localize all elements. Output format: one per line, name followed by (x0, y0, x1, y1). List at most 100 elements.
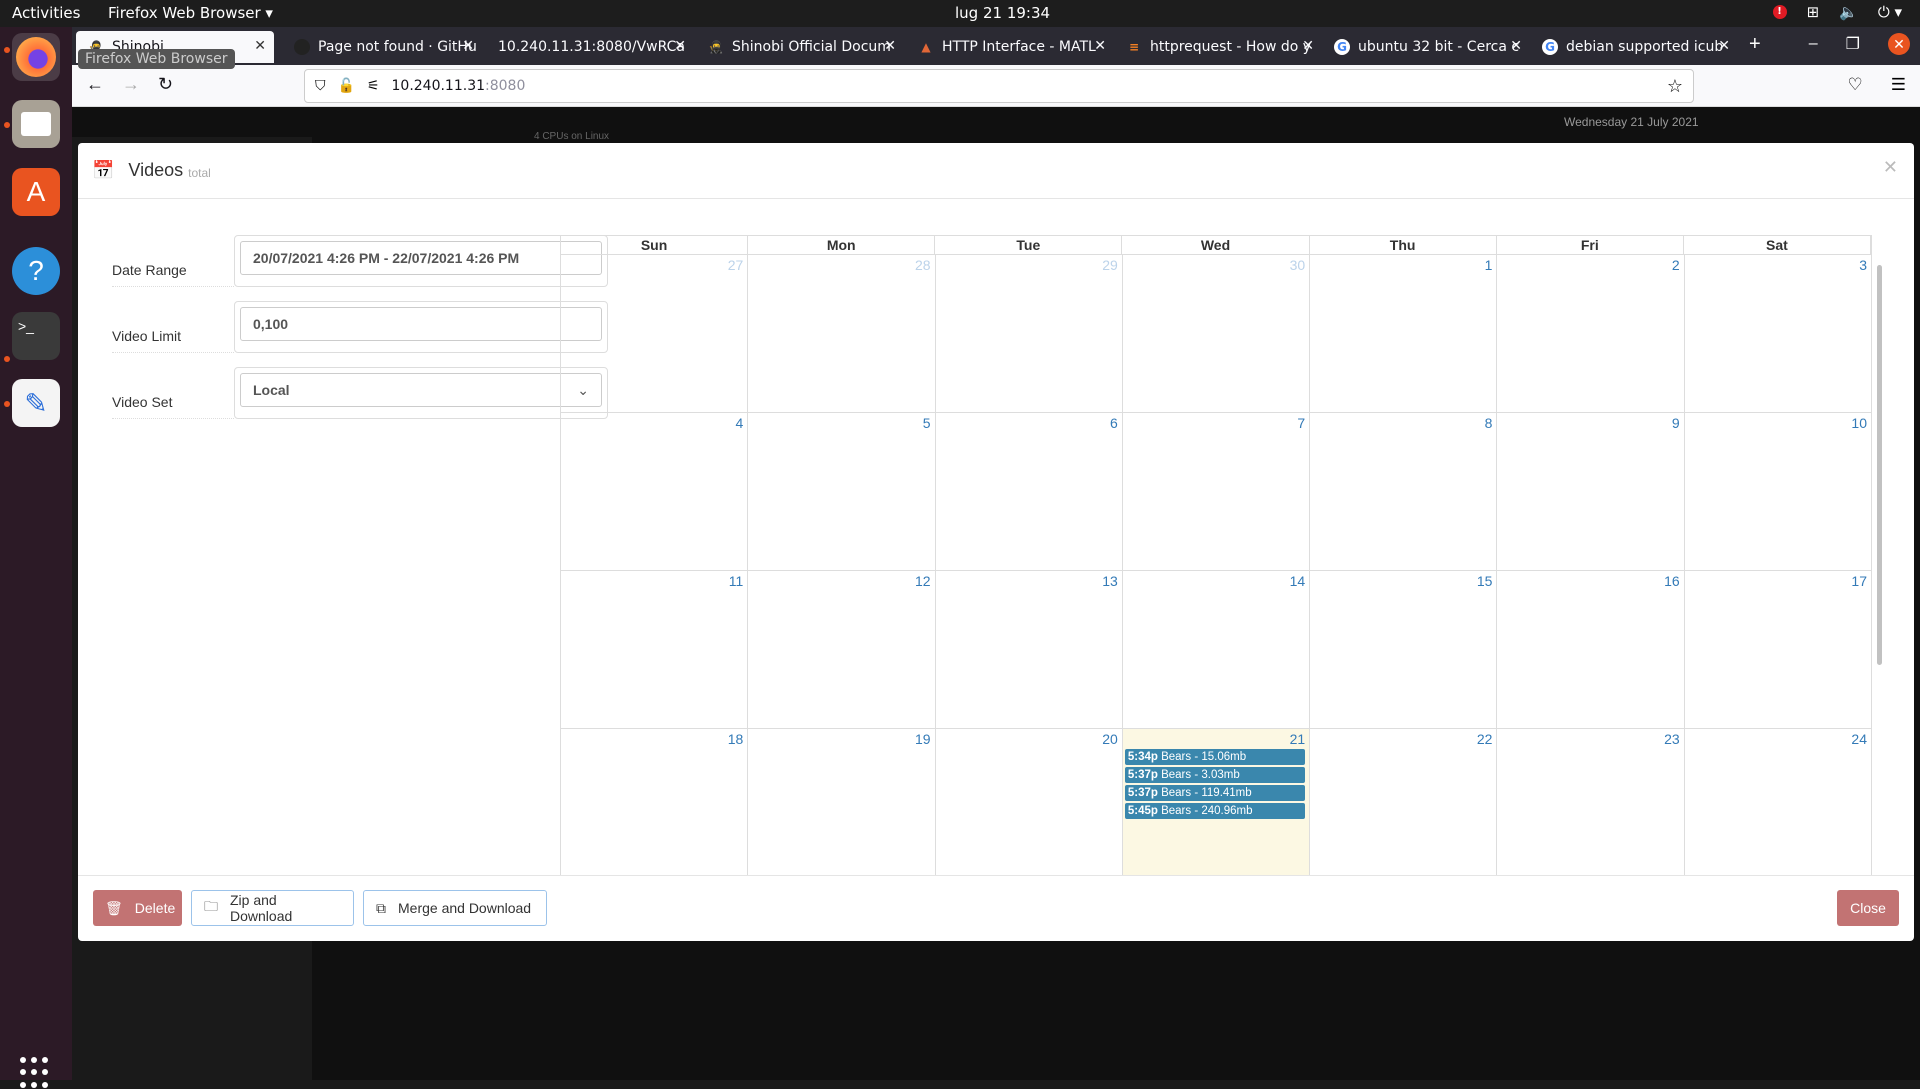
calendar-day[interactable]: 27 (561, 255, 749, 413)
help-icon[interactable]: ? (12, 247, 60, 295)
day-number[interactable]: 8 (1314, 415, 1493, 431)
url-bar[interactable]: ⛉ 🔓 ⚟ 10.240.11.31:8080 ☆ (304, 69, 1694, 103)
day-number[interactable]: 5 (752, 415, 931, 431)
files-icon[interactable] (12, 100, 60, 148)
day-number[interactable]: 16 (1501, 573, 1680, 589)
permissions-icon[interactable]: ⚟ (367, 78, 380, 94)
calendar-day[interactable]: 28 (748, 255, 936, 413)
calendar-day[interactable]: 16 (1497, 571, 1685, 729)
show-apps-icon[interactable] (20, 1057, 52, 1089)
calendar-day[interactable]: 20 (936, 729, 1123, 875)
delete-button[interactable]: 🗑 Delete (93, 890, 182, 926)
day-number[interactable]: 11 (565, 573, 744, 589)
minimize-icon[interactable]: – (1809, 35, 1818, 53)
calendar-day[interactable]: 14 (1122, 571, 1311, 729)
calendar-day[interactable]: 9 (1497, 413, 1685, 571)
day-number[interactable]: 27 (565, 257, 744, 273)
day-number[interactable]: 19 (752, 731, 931, 747)
shield-icon[interactable]: ⛉ (315, 78, 326, 94)
calendar-day[interactable]: 4 (561, 413, 749, 571)
close-tab-icon[interactable]: ✕ (254, 38, 266, 54)
close-tab-icon[interactable]: ✕ (1510, 38, 1522, 54)
day-number[interactable]: 4 (565, 415, 743, 431)
calendar-day[interactable]: 30 (1122, 255, 1311, 413)
day-number[interactable]: 15 (1314, 573, 1493, 589)
terminal-icon[interactable]: >_ (12, 312, 60, 360)
modal-close-icon[interactable]: ✕ (1883, 157, 1898, 178)
bookmark-star-icon[interactable]: ☆ (1667, 76, 1683, 97)
day-number[interactable]: 6 (940, 415, 1118, 431)
forward-icon[interactable]: → (122, 74, 140, 95)
maximize-icon[interactable]: ❐ (1846, 34, 1860, 54)
day-number[interactable]: 21 (1127, 731, 1306, 747)
video-limit-input[interactable]: 0,100 (240, 307, 602, 341)
calendar-day[interactable]: 15 (1310, 571, 1498, 729)
day-number[interactable]: 10 (1689, 415, 1867, 431)
calendar-day[interactable]: 7 (1122, 413, 1311, 571)
software-icon[interactable]: A (12, 168, 60, 216)
day-number[interactable]: 12 (752, 573, 931, 589)
day-number[interactable]: 29 (940, 257, 1118, 273)
close-button[interactable]: Close (1837, 890, 1899, 926)
day-number[interactable]: 9 (1501, 415, 1680, 431)
tab-google-debian[interactable]: Gdebian supported icub ✕ (1530, 31, 1738, 63)
calendar-day[interactable]: 5 (748, 413, 936, 571)
day-number[interactable]: 23 (1501, 731, 1680, 747)
calendar-day[interactable]: 24 (1685, 729, 1872, 875)
tab-google-ubuntu[interactable]: Gubuntu 32 bit - Cerca c ✕ (1322, 31, 1530, 63)
tab-github[interactable]: Page not found · GitHu ✕ (282, 31, 482, 63)
close-tab-icon[interactable]: ✕ (1094, 38, 1106, 54)
day-number[interactable]: 24 (1689, 731, 1867, 747)
day-number[interactable]: 3 (1689, 257, 1867, 273)
video-event[interactable]: 5:37p Bears - 119.41mb (1124, 785, 1306, 801)
calendar-day[interactable]: 3 (1684, 255, 1872, 413)
video-event[interactable]: 5:34p Bears - 15.06mb (1124, 749, 1306, 765)
day-number[interactable]: 22 (1314, 731, 1493, 747)
scrollbar[interactable] (1877, 265, 1882, 665)
close-tab-icon[interactable]: ✕ (462, 38, 474, 54)
app-menu[interactable]: Firefox Web Browser ▾ (108, 4, 273, 22)
day-number[interactable]: 28 (752, 257, 931, 273)
zip-download-button[interactable]: 🗀 Zip and Download (191, 890, 354, 926)
calendar-day[interactable]: 17 (1684, 571, 1872, 729)
calendar-day[interactable]: 2 (1497, 255, 1685, 413)
calendar-day[interactable]: 11 (561, 571, 749, 729)
text-editor-icon[interactable]: ✎ (12, 379, 60, 427)
activities-button[interactable]: Activities (12, 4, 80, 22)
video-event[interactable]: 5:45p Bears - 240.96mb (1124, 803, 1306, 819)
calendar-day[interactable]: 29 (935, 255, 1123, 413)
tab-url[interactable]: 10.240.11.31:8080/VwRCa ✕ (486, 31, 694, 63)
close-window-icon[interactable]: ✕ (1888, 33, 1910, 55)
calendar-day[interactable]: 12 (748, 571, 936, 729)
date-range-input[interactable]: 20/07/2021 4:26 PM - 22/07/2021 4:26 PM (240, 241, 602, 275)
day-number[interactable]: 18 (565, 731, 744, 747)
day-number[interactable]: 2 (1501, 257, 1680, 273)
calendar-day[interactable]: 18 (561, 729, 749, 875)
video-event[interactable]: 5:37p Bears - 3.03mb (1124, 767, 1306, 783)
day-number[interactable]: 20 (940, 731, 1118, 747)
day-number[interactable]: 14 (1127, 573, 1306, 589)
calendar-day[interactable]: 22 (1310, 729, 1498, 875)
calendar-day[interactable]: 1 (1310, 255, 1498, 413)
day-number[interactable]: 13 (940, 573, 1118, 589)
system-tray[interactable]: ! ⊞ 🔈 ⏻ ▾ (1772, 3, 1902, 21)
reload-icon[interactable]: ↻ (158, 74, 173, 95)
calendar-day[interactable]: 13 (935, 571, 1123, 729)
calendar-day[interactable]: 6 (935, 413, 1123, 571)
calendar-day[interactable]: 10 (1684, 413, 1872, 571)
tab-stackoverflow[interactable]: ≡ httprequest - How do y ✕ (1114, 31, 1322, 63)
close-tab-icon[interactable]: ✕ (674, 38, 686, 54)
day-number[interactable]: 1 (1314, 257, 1493, 273)
day-number[interactable]: 7 (1127, 415, 1305, 431)
close-tab-icon[interactable]: ✕ (1718, 38, 1730, 54)
calendar-day[interactable]: 8 (1310, 413, 1498, 571)
calendar-day[interactable]: 21 5:34p Bears - 15.06mb 5:37p Bears - 3.0… (1122, 729, 1311, 875)
close-tab-icon[interactable]: ✕ (1302, 38, 1314, 54)
video-set-select[interactable]: Local ⌄ (240, 373, 602, 407)
calendar-day[interactable]: 23 (1497, 729, 1685, 875)
firefox-icon[interactable] (12, 33, 60, 81)
new-tab-button[interactable]: + (1749, 33, 1761, 56)
alert-icon[interactable]: ! (1772, 5, 1787, 19)
tab-matlab[interactable]: ▲ HTTP Interface - MATL ✕ (906, 31, 1114, 63)
day-number[interactable]: 17 (1689, 573, 1867, 589)
